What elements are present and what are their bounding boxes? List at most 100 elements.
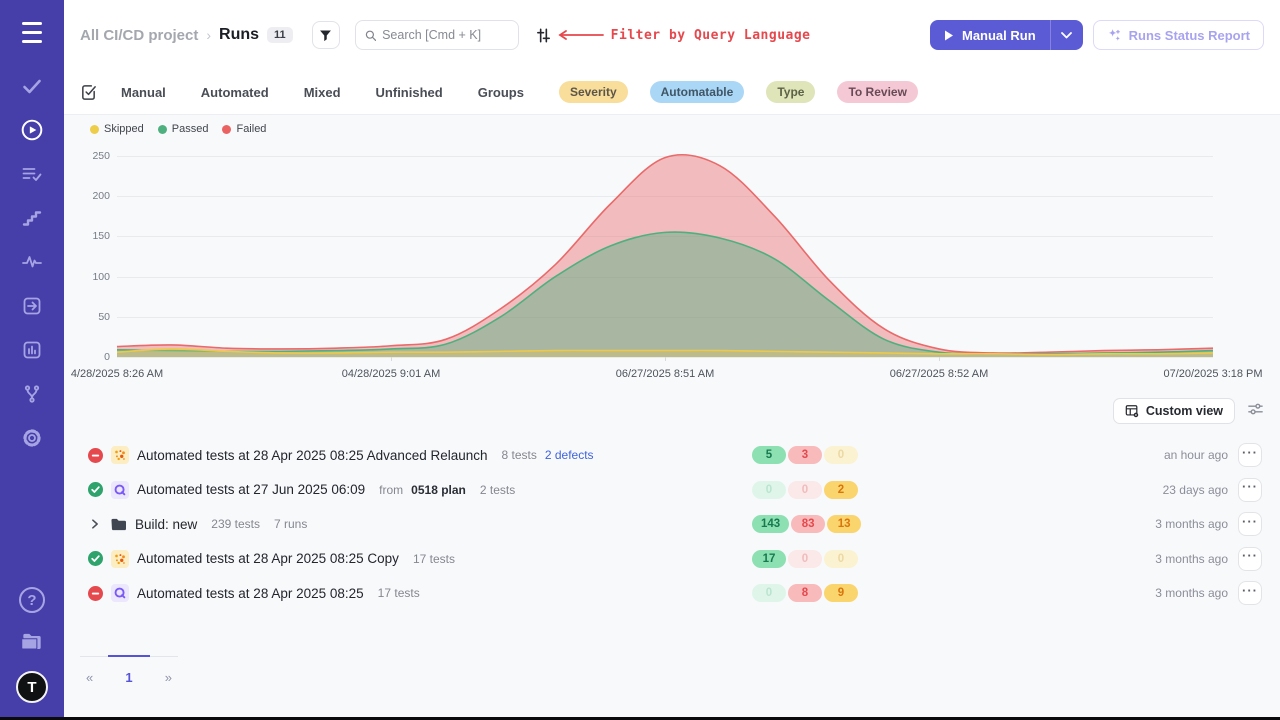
row-more-button[interactable]: ··· [1238, 547, 1262, 571]
gear-icon [20, 426, 44, 450]
topbar-actions: Manual Run Runs Status Report [930, 20, 1264, 50]
pill-severity[interactable]: Severity [559, 81, 628, 103]
run-row[interactable]: Automated tests at 28 Apr 2025 08:25 Cop… [80, 542, 1264, 577]
passed-count-badge: 0 [752, 584, 786, 602]
custom-view-button[interactable]: Custom view [1113, 398, 1235, 424]
runs-status-report-label: Runs Status Report [1129, 28, 1250, 43]
run-defects-link[interactable]: 2 defects [545, 448, 594, 462]
runs-status-report-button[interactable]: Runs Status Report [1093, 20, 1264, 50]
breadcrumb-project[interactable]: All CI/CD project [80, 27, 198, 44]
run-title[interactable]: Automated tests at 27 Jun 2025 06:09 [137, 482, 365, 497]
sidebar-item-test-cases[interactable] [18, 72, 46, 100]
group-runs-count: 7 runs [274, 517, 307, 531]
pagination: « 1 » [80, 656, 178, 685]
run-title[interactable]: Automated tests at 28 Apr 2025 08:25 [137, 586, 364, 601]
run-time: 3 months ago [864, 517, 1238, 531]
legend-item-failed[interactable]: Failed [222, 123, 266, 135]
content: Skipped Passed Failed 050100150200250 4/… [64, 115, 1280, 717]
pagination-next-button[interactable]: » [159, 670, 178, 685]
y-tick-label: 150 [92, 230, 110, 242]
sidebar-item-runs[interactable] [18, 116, 46, 144]
skipped-dot-icon [90, 125, 99, 134]
help-icon[interactable]: ? [19, 587, 45, 613]
row-more-button[interactable]: ··· [1238, 443, 1262, 467]
failed-count-badge: 0 [788, 481, 822, 499]
chart-plot[interactable] [117, 156, 1213, 357]
run-group-row[interactable]: Build: new 239 tests 7 runs 143 83 13 3 … [80, 507, 1264, 542]
manual-run-button[interactable]: Manual Run [930, 20, 1050, 50]
sidebar-bottom: ? T [16, 587, 48, 717]
sidebar-item-analytics[interactable] [18, 336, 46, 364]
automation-spark-icon [111, 550, 129, 568]
run-time: 3 months ago [864, 552, 1238, 566]
hamburger-menu-icon[interactable] [18, 20, 46, 45]
sidebar-item-imports[interactable] [18, 292, 46, 320]
x-tickmark [939, 357, 940, 361]
row-more-button[interactable]: ··· [1238, 512, 1262, 536]
failed-dot-icon [222, 125, 231, 134]
arrow-left-icon [556, 29, 604, 41]
topbar: All CI/CD project › Runs 11 Filter by Qu… [64, 0, 1280, 70]
skipped-count-badge: 0 [824, 446, 858, 464]
filter-funnel-button[interactable] [312, 21, 340, 49]
y-tick-label: 250 [92, 150, 110, 162]
run-tests-count: 2 tests [480, 483, 515, 497]
filter-tabs-row: Manual Automated Mixed Unfinished Groups… [64, 70, 1280, 115]
run-title[interactable]: Automated tests at 28 Apr 2025 08:25 Cop… [137, 551, 399, 566]
bar-chart-icon [20, 338, 44, 362]
group-folder-icon [110, 517, 127, 532]
tab-automated[interactable]: Automated [201, 79, 269, 106]
manual-run-dropdown-button[interactable] [1051, 20, 1083, 50]
sidebar-item-settings[interactable] [18, 424, 46, 452]
pagination-page-1[interactable]: 1 [119, 670, 138, 685]
sidebar-item-plans[interactable] [18, 160, 46, 188]
row-more-button[interactable]: ··· [1238, 478, 1262, 502]
run-title[interactable]: Automated tests at 28 Apr 2025 08:25 Adv… [137, 448, 488, 463]
result-badges: 17 0 0 [752, 550, 864, 568]
failed-count-badge: 0 [788, 550, 822, 568]
run-tests-count: 17 tests [378, 586, 420, 600]
pill-automatable[interactable]: Automatable [650, 81, 745, 103]
run-time: 23 days ago [864, 483, 1238, 497]
pagination-prev-button[interactable]: « [80, 670, 99, 685]
search-input[interactable] [382, 28, 509, 42]
check-icon [20, 74, 44, 98]
expand-chevron-icon[interactable] [88, 518, 102, 530]
passed-count-badge: 17 [752, 550, 786, 568]
tab-manual[interactable]: Manual [121, 79, 166, 106]
run-row[interactable]: Automated tests at 27 Jun 2025 06:09 fro… [80, 473, 1264, 508]
legend-item-skipped[interactable]: Skipped [90, 123, 144, 135]
select-runs-icon[interactable] [80, 84, 97, 101]
search-box [355, 20, 519, 50]
pill-type[interactable]: Type [766, 81, 815, 103]
breadcrumb: All CI/CD project › Runs 11 [80, 26, 293, 44]
run-row[interactable]: Automated tests at 28 Apr 2025 08:25 Adv… [80, 438, 1264, 473]
query-language-filter-icon[interactable] [535, 27, 552, 44]
sidebar: ? T [0, 0, 64, 717]
group-title[interactable]: Build: new [135, 517, 197, 532]
run-plan-link[interactable]: 0518 plan [411, 483, 466, 497]
pill-to-review[interactable]: To Review [837, 81, 917, 103]
sidebar-item-activity[interactable] [18, 248, 46, 276]
play-icon [944, 30, 954, 41]
tab-unfinished[interactable]: Unfinished [376, 79, 443, 106]
x-tick-label: 04/28/2025 9:01 AM [342, 368, 440, 380]
sidebar-item-projects[interactable] [18, 628, 46, 656]
row-more-button[interactable]: ··· [1238, 581, 1262, 605]
passed-count-badge: 5 [752, 446, 786, 464]
passed-count-badge: 143 [752, 515, 789, 533]
run-row[interactable]: Automated tests at 28 Apr 2025 08:25 17 … [80, 576, 1264, 611]
run-tests-count: 17 tests [413, 552, 455, 566]
funnel-icon [318, 28, 333, 43]
tab-groups[interactable]: Groups [478, 79, 524, 106]
branch-icon [20, 382, 44, 406]
tab-mixed[interactable]: Mixed [304, 79, 341, 106]
x-tickmark [391, 357, 392, 361]
table-settings-icon [1125, 404, 1139, 418]
table-columns-settings-icon[interactable] [1247, 402, 1264, 421]
sidebar-item-milestones[interactable] [18, 204, 46, 232]
qase-report-icon [111, 481, 129, 499]
workspace-avatar[interactable]: T [16, 671, 48, 703]
sidebar-item-integrations[interactable] [18, 380, 46, 408]
legend-item-passed[interactable]: Passed [158, 123, 209, 135]
